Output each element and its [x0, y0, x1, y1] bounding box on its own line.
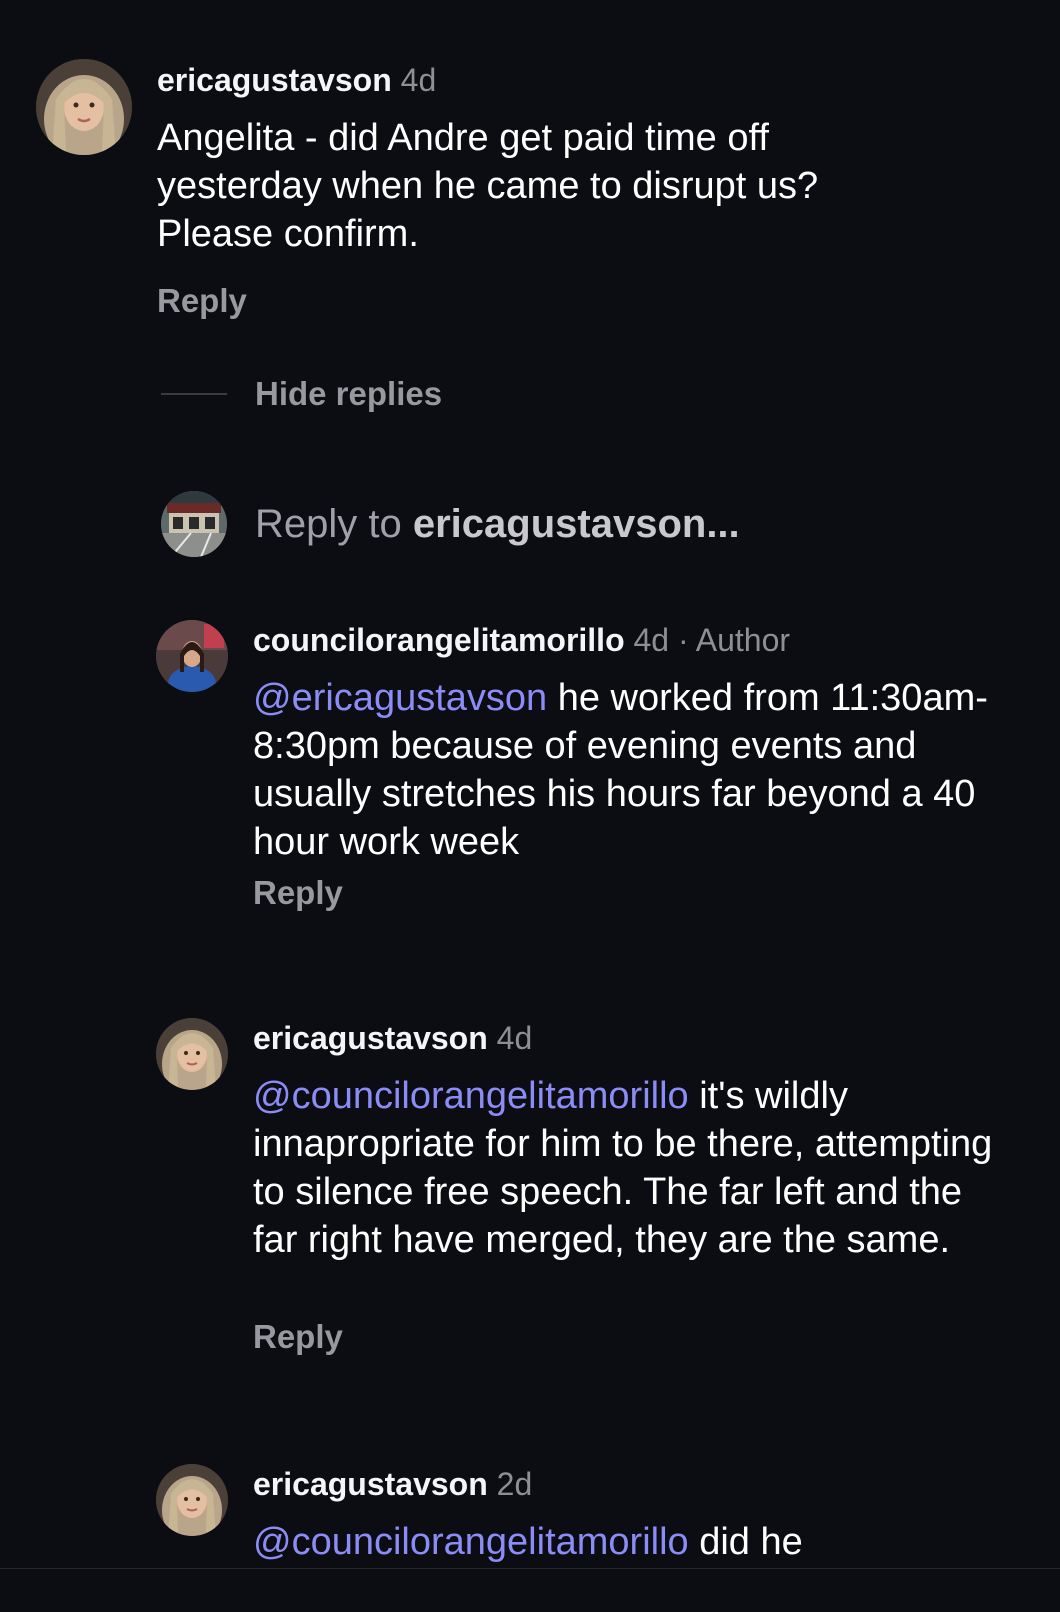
avatar[interactable] — [156, 1464, 228, 1536]
mention-link[interactable]: @ericagustavson — [253, 677, 547, 719]
bottom-bar — [0, 1568, 1060, 1612]
timestamp: 2d — [496, 1466, 533, 1502]
comment: ericagustavson 4d Angelita - did Andre g… — [0, 0, 1060, 330]
reply-comment: ericagustavson 4d @councilorangelitamori… — [0, 1000, 1060, 1390]
reply-placeholder: Reply to ericagustavson... — [255, 502, 740, 547]
woman-blue-jacket-avatar-icon — [156, 620, 228, 692]
username[interactable]: ericagustavson — [157, 62, 392, 98]
current-user-avatar — [161, 491, 227, 557]
woman-portrait-avatar-icon — [36, 59, 132, 155]
username[interactable]: ericagustavson — [253, 1466, 488, 1502]
divider — [161, 393, 227, 395]
username[interactable]: councilorangelitamorillo — [253, 622, 625, 658]
comment-text: @councilorangelitamorillo it's wildly in… — [253, 1072, 1013, 1264]
comment-text: @councilorangelitamorillo did he — [253, 1518, 1013, 1566]
comment-body: did he — [688, 1521, 803, 1563]
reply-button[interactable]: Reply — [253, 874, 343, 912]
comment-header: councilorangelitamorillo 4d · Author — [253, 620, 790, 660]
reply-button[interactable]: Reply — [253, 1318, 343, 1356]
woman-portrait-avatar-icon — [156, 1018, 228, 1090]
comment-text: @ericagustavson he worked from 11:30am-8… — [253, 674, 1013, 866]
timestamp: 4d — [633, 622, 670, 658]
avatar[interactable] — [36, 59, 132, 155]
mention-link[interactable]: @councilorangelitamorillo — [253, 1075, 689, 1117]
timestamp: 4d — [400, 62, 437, 98]
reply-comment: councilorangelitamorillo 4d · Author @er… — [0, 600, 1060, 940]
author-badge: · Author — [677, 622, 791, 658]
comment-header: ericagustavson 2d — [253, 1464, 532, 1504]
reply-comment: ericagustavson 2d @councilorangelitamori… — [0, 1446, 1060, 1568]
reply-button[interactable]: Reply — [157, 282, 247, 320]
reply-to-prefix: Reply to — [255, 501, 413, 546]
username[interactable]: ericagustavson — [253, 1020, 488, 1056]
comment-thread: ericagustavson 4d Angelita - did Andre g… — [0, 0, 1060, 1568]
comment-header: ericagustavson 4d — [253, 1018, 532, 1058]
comment-header: ericagustavson 4d — [157, 60, 436, 100]
comment-text: Angelita - did Andre get paid time off y… — [157, 117, 819, 255]
hide-replies-button[interactable]: Hide replies — [161, 372, 442, 416]
avatar[interactable] — [156, 620, 228, 692]
avatar[interactable] — [156, 1018, 228, 1090]
woman-portrait-avatar-icon — [156, 1464, 228, 1536]
timestamp: 4d — [496, 1020, 533, 1056]
reply-input[interactable]: Reply to ericagustavson... — [161, 491, 740, 557]
storefront-photo-avatar-icon — [161, 491, 227, 557]
hide-replies-label: Hide replies — [255, 375, 443, 412]
reply-to-username: ericagustavson... — [412, 501, 740, 546]
mention-link[interactable]: @councilorangelitamorillo — [253, 1521, 689, 1563]
